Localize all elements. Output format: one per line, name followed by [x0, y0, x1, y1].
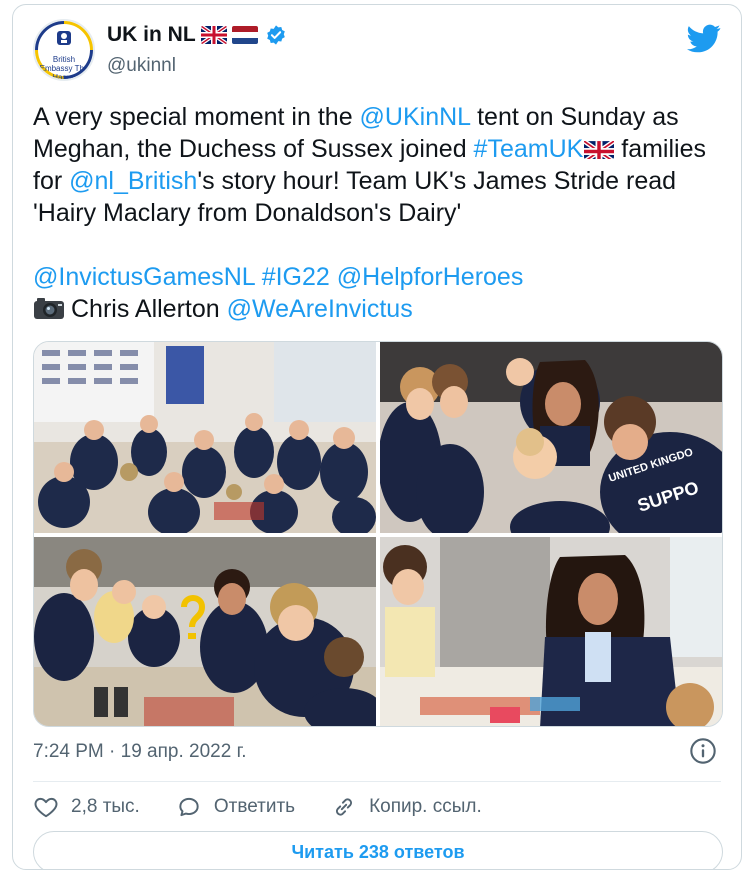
reply-bubble-icon — [179, 797, 199, 817]
photo-1[interactable] — [34, 342, 376, 533]
like-button[interactable]: 2,8 тыс. — [33, 794, 140, 820]
display-name[interactable]: UK in NL — [107, 23, 196, 47]
nl-flag-icon — [231, 26, 258, 44]
reply-label: Ответить — [213, 796, 296, 817]
copy-link-button[interactable]: Копир. ссыл. — [331, 794, 482, 820]
handle[interactable]: @ukinnl — [107, 55, 176, 77]
uk-flag-emoji-icon — [584, 138, 615, 159]
reply-button[interactable]: Ответить — [176, 794, 295, 820]
action-bar: 2,8 тыс. Ответить Копир. ссыл. — [33, 793, 518, 821]
mention-helpforheroes-link[interactable]: @HelpforHeroes — [337, 263, 524, 291]
photo-3[interactable] — [34, 537, 376, 726]
mention-weareinvictus-link[interactable]: @WeAreInvictus — [227, 295, 413, 323]
hashtag-teamuk-link[interactable]: #TeamUK — [474, 135, 584, 163]
mention-ukinnl-link[interactable]: @UKinNL — [360, 103, 471, 131]
name-row: UK in NL — [107, 23, 287, 47]
text-segment: A very special moment in the — [33, 103, 360, 131]
like-count: 2,8 тыс. — [71, 796, 140, 817]
verified-badge-icon — [266, 25, 285, 45]
avatar-label: British Embassy The Hague — [39, 55, 89, 81]
hashtag-ig22-link[interactable]: #IG22 — [262, 263, 330, 291]
divider — [33, 781, 721, 782]
tweet-header: British Embassy The Hague UK in NL @ukin… — [33, 19, 721, 83]
mention-invictus-link[interactable]: @InvictusGamesNL — [33, 263, 255, 291]
info-icon[interactable] — [689, 737, 717, 765]
uk-flag-icon — [200, 26, 227, 44]
photo-credit: Chris Allerton — [71, 295, 220, 323]
media-grid: SUPPO UNITED KINGDO — [33, 341, 723, 727]
avatar[interactable]: British Embassy The Hague — [33, 19, 95, 81]
link-icon — [336, 798, 353, 816]
tweet-timestamp[interactable]: 7:24 PM · 19 апр. 2022 г. — [33, 741, 246, 763]
heart-icon — [34, 797, 58, 818]
photo-4[interactable] — [380, 537, 722, 726]
read-replies-button[interactable]: Читать 238 ответов — [33, 831, 723, 869]
photo-2[interactable]: SUPPO UNITED KINGDO — [380, 342, 722, 533]
copy-link-label: Копир. ссыл. — [369, 796, 482, 817]
camera-emoji-icon — [34, 298, 64, 319]
tweet-card: British Embassy The Hague UK in NL @ukin… — [12, 4, 742, 870]
twitter-bird-icon[interactable] — [687, 21, 721, 55]
mention-nl-british-link[interactable]: @nl_British — [69, 167, 197, 195]
tweet-body: A very special moment in the @UKinNL ten… — [33, 101, 723, 325]
